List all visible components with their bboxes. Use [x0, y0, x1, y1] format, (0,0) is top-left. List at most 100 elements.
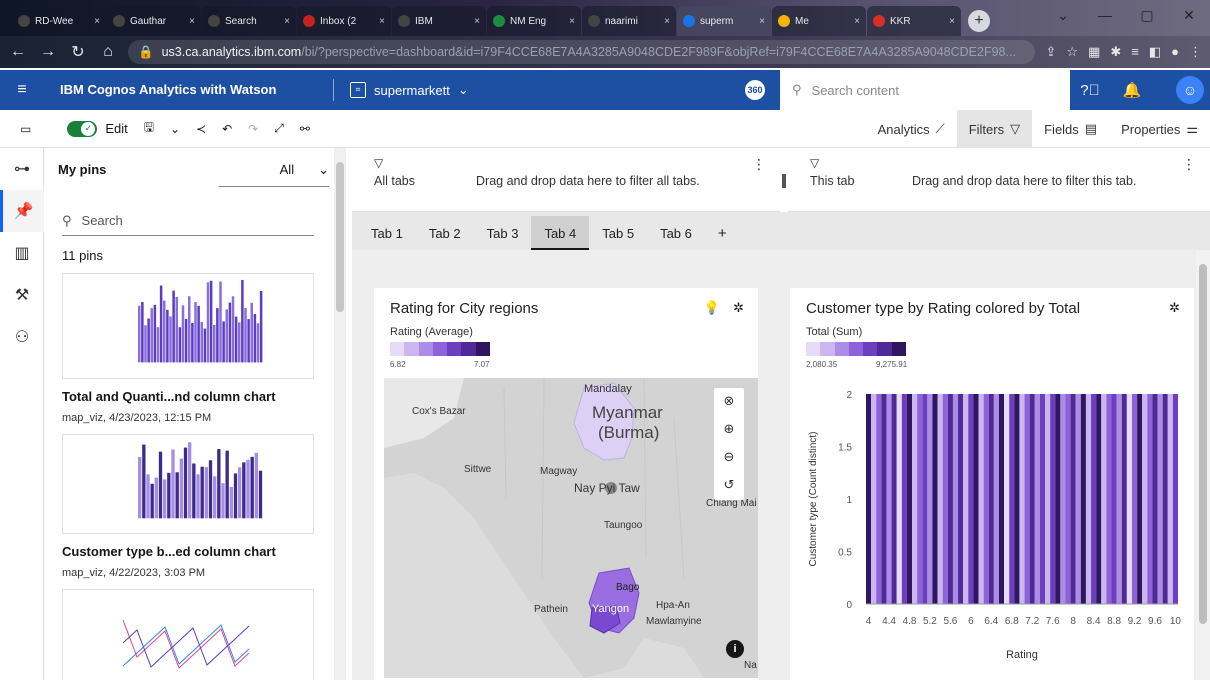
tab-1[interactable]: Tab 1 — [358, 216, 416, 250]
link-icon[interactable]: ⚯ — [300, 122, 310, 136]
bookmark-star-icon[interactable]: ☆ — [1066, 44, 1078, 60]
customer-type-column-chart[interactable]: 0 0.5 1 1.5 2 4 4.4 4.8 5.2 5.6 6 6.4 6.8 7.2 7.6 8 8.4 8… — [790, 378, 1194, 678]
360-badge[interactable]: 360 — [745, 80, 765, 100]
pin-thumbnail-2[interactable] — [62, 434, 314, 534]
assistant-icon[interactable]: ⚇ — [0, 316, 44, 358]
help-icon[interactable]: ?⃝ — [1070, 70, 1110, 110]
forward-icon[interactable]: → — [38, 43, 58, 61]
fields-button[interactable]: Fields ▤ — [1032, 110, 1109, 148]
profile-icon[interactable]: ● — [1171, 44, 1179, 60]
new-tab-button[interactable]: + — [968, 10, 990, 32]
close-icon[interactable]: × — [759, 16, 765, 27]
minimize-icon[interactable]: — — [1084, 0, 1126, 30]
toggle-switch[interactable] — [67, 120, 98, 137]
pin-icon[interactable]: 📌 — [0, 190, 44, 232]
chat-icon[interactable]: ▭ — [20, 122, 31, 136]
browser-tab[interactable]: RD-Wee × — [12, 6, 106, 36]
pin-thumbnail-1[interactable] — [62, 273, 314, 379]
zoom-out-icon[interactable]: ⊖ — [718, 446, 740, 468]
undo-icon[interactable]: ↶ — [222, 122, 232, 136]
close-icon[interactable]: × — [949, 16, 955, 27]
tab-2[interactable]: Tab 2 — [416, 216, 474, 250]
close-window-icon[interactable]: ✕ — [1168, 0, 1210, 30]
visualizations-icon[interactable]: ▥ — [0, 232, 44, 274]
close-icon[interactable]: × — [474, 16, 480, 27]
this-tab-filter-dropzone[interactable]: ▽ This tab Drag and drop data here to fi… — [788, 148, 1210, 212]
edit-toggle[interactable]: Edit — [47, 120, 128, 137]
maximize-icon[interactable]: ▢ — [1126, 0, 1168, 30]
overflow-menu-icon[interactable]: ⋮ — [752, 156, 766, 173]
back-icon[interactable]: ← — [8, 43, 28, 61]
add-tab-icon[interactable]: + — [705, 216, 740, 250]
home-icon[interactable]: ⌂ — [98, 43, 118, 61]
thumbnail-bar — [166, 309, 169, 363]
browser-tab[interactable]: IBM × — [392, 6, 486, 36]
info-icon[interactable]: i — [726, 640, 744, 658]
browser-tab[interactable]: superm × — [677, 6, 771, 36]
close-icon[interactable]: × — [189, 16, 195, 27]
close-icon[interactable]: × — [379, 16, 385, 27]
city-region-map[interactable]: Mandalay Cox's Bazar Myanmar (Burma) ng … — [384, 378, 758, 678]
properties-button[interactable]: Properties ⚌ — [1109, 110, 1210, 148]
settings-icon[interactable]: ✲ — [1169, 300, 1180, 316]
reset-view-icon[interactable]: ↺ — [718, 474, 740, 496]
chart-card[interactable]: Customer type by Rating colored by Total… — [790, 288, 1194, 680]
filters-button[interactable]: Filters ▽ — [956, 110, 1033, 148]
browser-tab[interactable]: Gauthar × — [107, 6, 201, 36]
save-icon[interactable]: 🖫 — [144, 118, 154, 139]
redo-icon[interactable]: ↷ — [248, 122, 258, 136]
browser-tab[interactable]: Search × — [202, 6, 296, 36]
browser-tab[interactable]: NM Eng × — [487, 6, 581, 36]
all-tabs-filter-dropzone[interactable]: ▽ All tabs Drag and drop data here to fi… — [352, 148, 780, 212]
map-label-burma: (Burma) — [598, 423, 659, 442]
puzzle-icon[interactable]: ✱ — [1110, 44, 1121, 60]
share-icon[interactable]: ≺ — [196, 122, 206, 136]
expand-icon[interactable]: ⤢ — [274, 121, 284, 136]
browser-tab[interactable]: KKR × — [867, 6, 961, 36]
browser-tab[interactable]: Me × — [772, 6, 866, 36]
pin-thumbnail-3[interactable] — [62, 589, 314, 680]
browser-tab[interactable]: naarimi × — [582, 6, 676, 36]
save-dropdown-chevron-icon[interactable]: ⌄ — [170, 122, 180, 136]
browser-tab[interactable]: Inbox (2 × — [297, 6, 391, 36]
search-content-input[interactable]: ⚲ Search content — [780, 70, 1070, 110]
layers-icon[interactable]: ⊗ — [718, 390, 740, 412]
tab-3[interactable]: Tab 3 — [474, 216, 532, 250]
close-icon[interactable]: × — [569, 16, 575, 27]
tab-6[interactable]: Tab 6 — [647, 216, 705, 250]
pins-scrollbar-thumb[interactable] — [336, 162, 344, 312]
pins-filter-select[interactable]: All ⌄ — [219, 162, 329, 187]
widgets-icon[interactable]: ⚒ — [0, 274, 44, 316]
dashboard-selector[interactable]: ⌗ supermarkett ⌄ — [334, 82, 469, 98]
pins-scrollbar[interactable] — [334, 148, 346, 680]
pin-title[interactable]: Total and Quanti...nd column chart — [44, 379, 345, 404]
pins-search-input[interactable]: ⚲ Search — [62, 213, 314, 236]
close-icon[interactable]: × — [664, 16, 670, 27]
tab-4[interactable]: Tab 4 — [531, 216, 590, 250]
close-icon[interactable]: × — [854, 16, 860, 27]
reload-icon[interactable]: ↻ — [68, 42, 88, 62]
map-card[interactable]: Rating for City regions 💡 ✲ Rating (Aver… — [374, 288, 758, 680]
overflow-menu-icon[interactable]: ⋮ — [1182, 156, 1196, 173]
lightbulb-icon[interactable]: 💡 — [704, 300, 720, 316]
sidebar-icon[interactable]: ◧ — [1149, 44, 1161, 60]
settings-icon[interactable]: ✲ — [733, 300, 744, 316]
canvas-scrollbar-thumb[interactable] — [1199, 264, 1207, 624]
media-icon[interactable]: ≡ — [1131, 44, 1139, 60]
url-field[interactable]: 🔒 us3.ca.analytics.ibm.com/bi/?perspecti… — [128, 40, 1036, 64]
tab-5[interactable]: Tab 5 — [589, 216, 647, 250]
close-icon[interactable]: × — [284, 16, 290, 27]
zoom-in-icon[interactable]: ⊕ — [718, 418, 740, 440]
tab-search-icon[interactable]: ⌄ — [1042, 0, 1084, 30]
data-sources-icon[interactable]: ⊶ — [0, 148, 44, 190]
kebab-menu-icon[interactable]: ⋮ — [1189, 44, 1202, 60]
analytics-button[interactable]: Analytics ⟋ — [866, 110, 957, 148]
pin-title[interactable]: Customer type b...ed column chart — [44, 534, 345, 559]
notification-bell-icon[interactable]: 🔔 — [1112, 70, 1152, 110]
user-avatar-icon[interactable]: ☺ — [1176, 76, 1204, 104]
canvas-scrollbar[interactable] — [1196, 250, 1210, 680]
extension-icon[interactable]: ▦ — [1088, 44, 1100, 60]
share-icon[interactable]: ⇪ — [1045, 44, 1056, 60]
close-icon[interactable]: × — [94, 16, 100, 27]
hamburger-menu-icon[interactable]: ≡ — [0, 81, 44, 99]
